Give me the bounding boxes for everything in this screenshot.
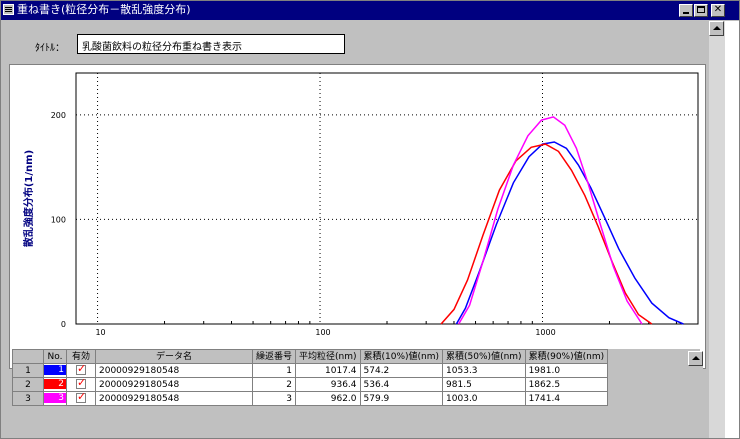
title-label: ﾀｲﾄﾙ： [35, 43, 65, 54]
table-row[interactable]: 22200009291805482936.4536.4981.51862.5 [12, 377, 609, 392]
maximize-button[interactable] [694, 4, 708, 17]
title-input[interactable]: 乳酸菌飲料の粒径分布重ね書き表示 [77, 34, 345, 54]
x-tick-label: 10 [95, 328, 105, 337]
close-button[interactable]: ✕ [711, 4, 725, 17]
arrow-up-icon [713, 26, 721, 30]
table-scrollbar[interactable] [688, 351, 703, 438]
col-header-mean[interactable]: 平均粒径(nm) [295, 349, 361, 364]
col-header-c50[interactable]: 累積(50%)値(nm) [442, 349, 526, 364]
data-table: No. 有効 データ名 繰返番号 平均粒径(nm) 累積(10%)値(nm) 累… [12, 349, 609, 406]
title-bar[interactable]: 重ね書き(粒径分布－散乱強度分布) ✕ [1, 1, 739, 20]
table-row[interactable]: 33200009291805483962.0579.91003.01741.4 [12, 391, 609, 406]
col-header-c10[interactable]: 累積(10%)値(nm) [359, 349, 444, 364]
c90-cell: 1981.0 [524, 363, 609, 378]
series-color-swatch[interactable]: 2 [44, 379, 66, 389]
col-header-c90[interactable]: 累積(90%)値(nm) [524, 349, 609, 364]
window-right-edge [725, 21, 739, 438]
x-tick-label: 1000 [535, 328, 555, 337]
repeat-cell: 3 [251, 391, 297, 406]
data-name-cell: 20000929180548 [95, 363, 253, 378]
table-header-row: No. 有効 データ名 繰返番号 平均粒径(nm) 累積(10%)値(nm) 累… [12, 349, 609, 364]
main-scrollbar[interactable] [709, 21, 725, 438]
row-header[interactable]: 2 [12, 377, 44, 392]
series-color-swatch[interactable]: 1 [44, 365, 66, 375]
series-number: 2 [58, 379, 64, 389]
mean-cell: 936.4 [295, 377, 361, 392]
main-window: 重ね書き(粒径分布－散乱強度分布) ✕ ﾀｲﾄﾙ： 乳酸菌飲料の粒径分布重ね書き… [0, 0, 740, 439]
client-area: ﾀｲﾄﾙ： 乳酸菌飲料の粒径分布重ね書き表示 0100200101001000粒… [4, 21, 708, 438]
c10-cell: 574.2 [359, 363, 444, 378]
table-empty-area [12, 409, 696, 438]
c50-cell: 981.5 [442, 377, 526, 392]
arrow-up-icon [692, 356, 700, 360]
mean-cell: 1017.4 [295, 363, 361, 378]
repeat-cell: 1 [251, 363, 297, 378]
c50-cell: 1003.0 [442, 391, 526, 406]
mean-cell: 962.0 [295, 391, 361, 406]
series-number: 1 [58, 365, 64, 375]
chart-svg: 0100200101001000粒径値 (nm)散乱強度分布(1/nm) [22, 72, 699, 364]
c10-cell: 579.9 [359, 391, 444, 406]
color-swatch-cell[interactable]: 2 [43, 377, 67, 392]
y-axis-label: 散乱強度分布(1/nm) [22, 150, 35, 247]
row-header[interactable]: 1 [12, 363, 44, 378]
minimize-button[interactable] [679, 4, 693, 17]
plot-area [75, 72, 699, 325]
c50-cell: 1053.3 [442, 363, 526, 378]
c90-cell: 1741.4 [524, 391, 609, 406]
color-swatch-cell[interactable]: 3 [43, 391, 67, 406]
repeat-cell: 2 [251, 377, 297, 392]
enabled-checkbox[interactable] [76, 377, 86, 389]
y-tick-label: 100 [51, 215, 66, 224]
system-menu-icon[interactable] [3, 4, 14, 15]
corner-cell [12, 349, 44, 364]
table-row[interactable]: 112000092918054811017.4574.21053.31981.0 [12, 363, 609, 378]
data-name-cell: 20000929180548 [95, 377, 253, 392]
table-scroll-up-button[interactable] [688, 351, 703, 366]
data-table-area: No. 有効 データ名 繰返番号 平均粒径(nm) 累積(10%)値(nm) 累… [12, 349, 700, 438]
x-tick-label: 100 [315, 328, 330, 337]
color-swatch-cell[interactable]: 1 [43, 363, 67, 378]
col-header-data-name[interactable]: データ名 [95, 349, 253, 364]
minimize-icon [683, 12, 689, 14]
close-icon: ✕ [713, 4, 723, 15]
maximize-icon [697, 6, 705, 13]
y-tick-label: 200 [51, 111, 66, 120]
series-number: 3 [58, 393, 64, 403]
c90-cell: 1862.5 [524, 377, 609, 392]
series-color-swatch[interactable]: 3 [44, 393, 66, 403]
enabled-cell[interactable] [66, 391, 96, 406]
enabled-checkbox[interactable] [76, 363, 86, 375]
row-header[interactable]: 3 [12, 391, 44, 406]
c10-cell: 536.4 [359, 377, 444, 392]
col-header-no[interactable]: No. [43, 349, 67, 364]
chart-panel: 0100200101001000粒径値 (nm)散乱強度分布(1/nm) [9, 64, 706, 369]
y-tick-label: 0 [61, 320, 66, 329]
data-name-cell: 20000929180548 [95, 391, 253, 406]
enabled-checkbox[interactable] [76, 391, 86, 403]
window-title: 重ね書き(粒径分布－散乱強度分布) [17, 3, 191, 16]
col-header-repeat[interactable]: 繰返番号 [251, 349, 297, 364]
main-scroll-up-button[interactable] [709, 21, 724, 36]
